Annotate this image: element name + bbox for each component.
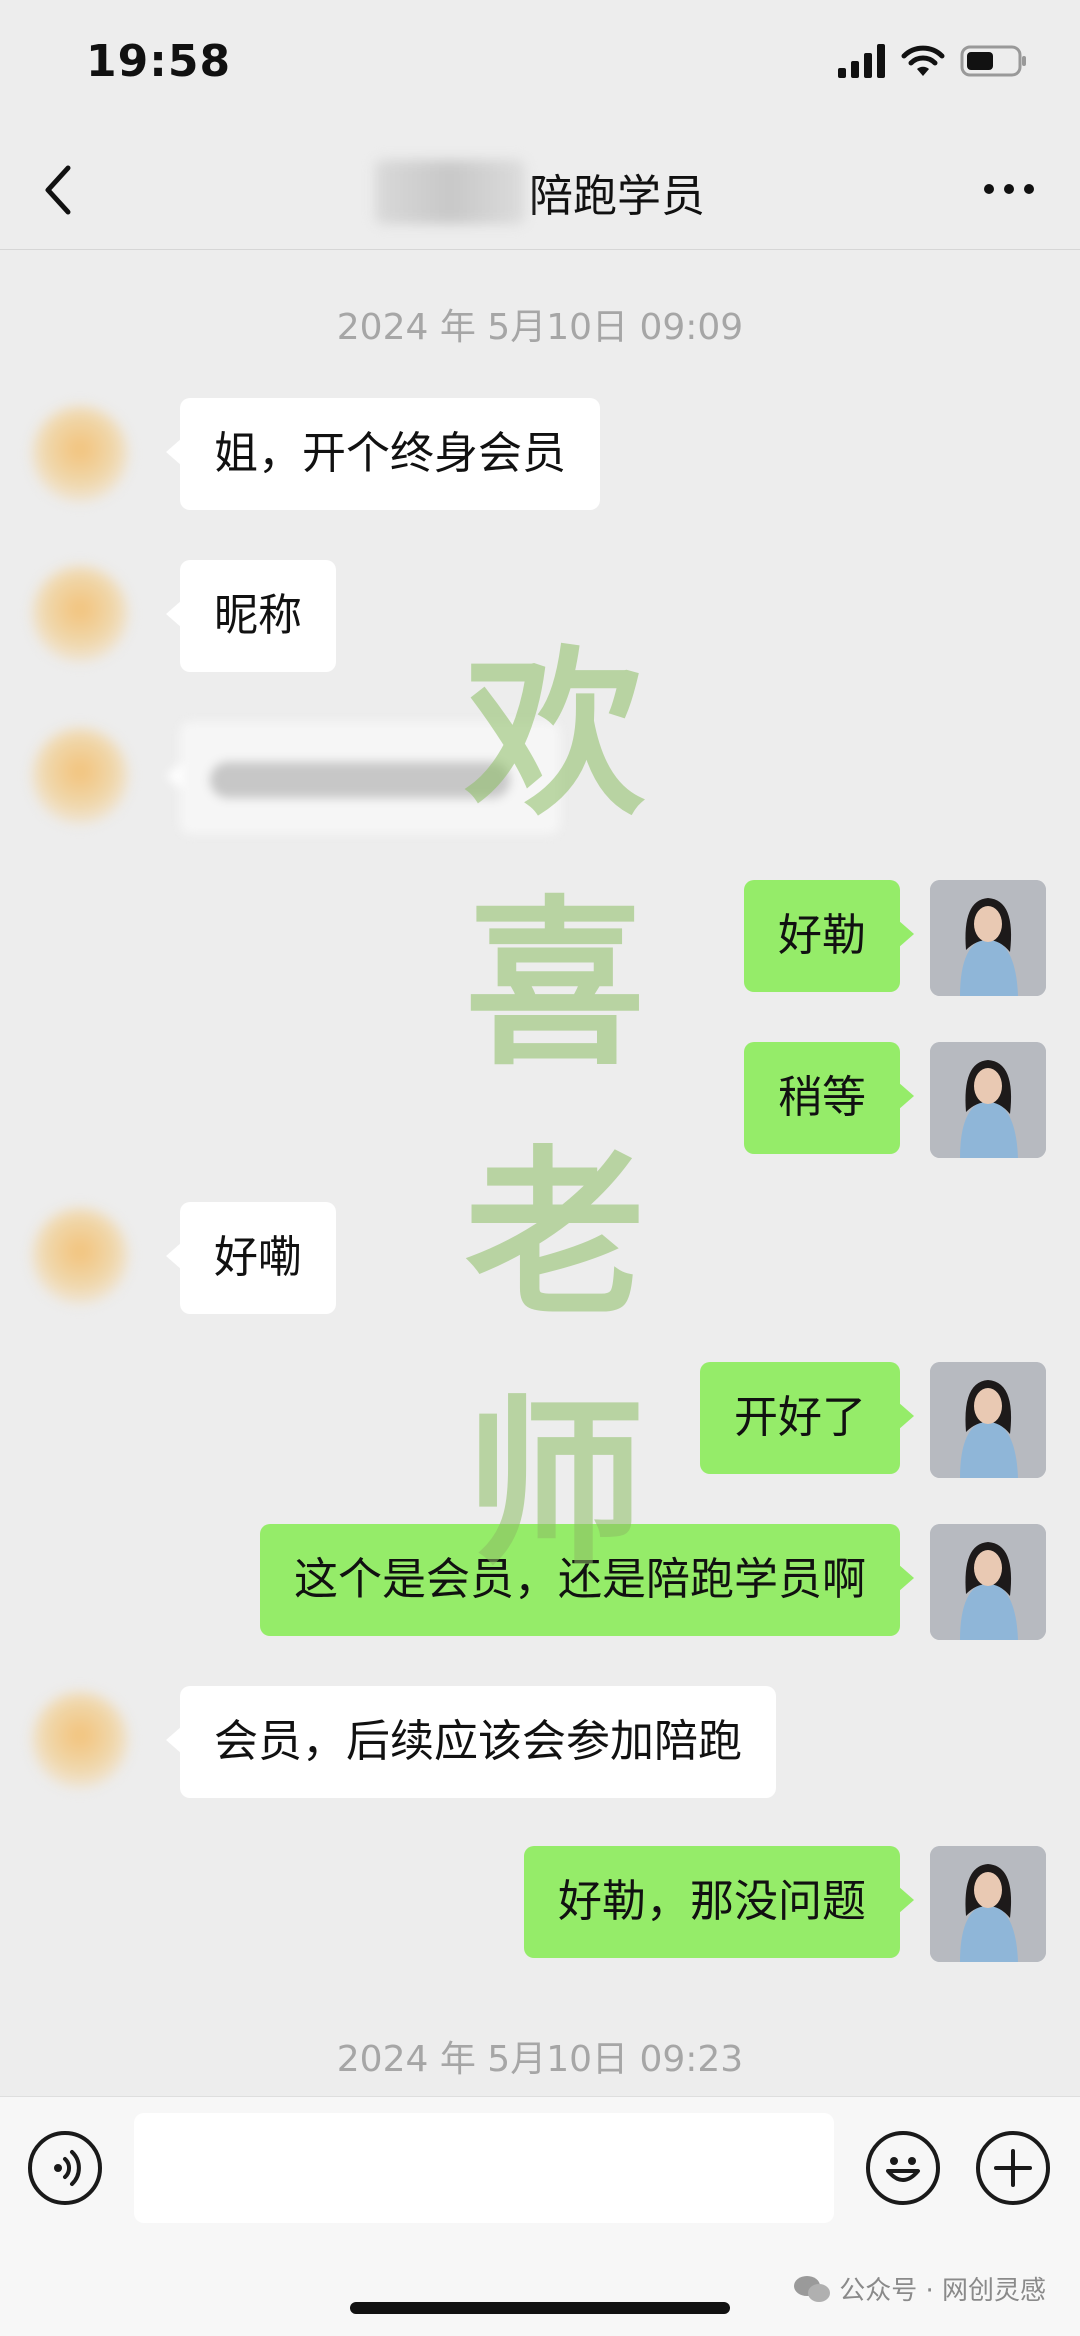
- message-bubble-received[interactable]: 昵称: [166, 560, 336, 672]
- message-bubble-sent[interactable]: 好勒: [744, 880, 914, 992]
- user-avatar[interactable]: [930, 1042, 1046, 1158]
- status-icons: [838, 44, 1028, 78]
- credit-text: 公众号 · 网创灵感: [839, 2276, 1046, 2306]
- message-bubble-sent[interactable]: 稍等: [744, 1042, 914, 1154]
- signal-icon: [838, 44, 885, 78]
- message-bubble-sent[interactable]: 好勒，那没问题: [524, 1846, 914, 1958]
- chat-header: 陪跑学员: [0, 130, 1080, 250]
- contact-avatar[interactable]: [32, 406, 128, 502]
- more-options-icon[interactable]: [984, 184, 1034, 194]
- plus-icon: [994, 2149, 1032, 2187]
- contact-avatar[interactable]: [32, 566, 128, 662]
- add-more-button[interactable]: [976, 2131, 1050, 2205]
- chat-title-area: 陪跑学员: [0, 160, 1080, 224]
- watermark-char: 老: [464, 1129, 645, 1340]
- home-indicator[interactable]: [350, 2302, 730, 2314]
- user-avatar-image: [930, 880, 1046, 996]
- message-bubble-received[interactable]: 姐，开个终身会员: [166, 398, 600, 510]
- watermark-char: 喜: [464, 879, 645, 1090]
- message-bubble-sent[interactable]: 开好了: [700, 1362, 914, 1474]
- message-input[interactable]: [134, 2113, 834, 2223]
- emoji-icon: [886, 2157, 920, 2182]
- contact-avatar[interactable]: [32, 1692, 128, 1788]
- message-bubble-blurred[interactable]: [166, 722, 560, 834]
- voice-icon: [54, 2150, 81, 2186]
- battery-icon: [960, 45, 1026, 77]
- wechat-credit: 公众号 · 网创灵感: [793, 2270, 1046, 2307]
- contact-avatar[interactable]: [32, 728, 128, 824]
- user-avatar[interactable]: [930, 1846, 1046, 1962]
- user-avatar-image: [930, 1846, 1046, 1962]
- user-avatar-image: [930, 1524, 1046, 1640]
- user-avatar[interactable]: [930, 880, 1046, 996]
- timestamp: 2024 年 5月10日 09:23: [336, 2039, 744, 2080]
- voice-input-button[interactable]: [28, 2131, 102, 2205]
- status-bar: 19:58: [0, 0, 1080, 130]
- chat-title: 陪跑学员: [529, 171, 705, 222]
- emoji-button[interactable]: [866, 2131, 940, 2205]
- user-avatar[interactable]: [930, 1524, 1046, 1640]
- message-bubble-received[interactable]: 会员，后续应该会参加陪跑: [166, 1686, 776, 1798]
- blurred-contact-name: [375, 160, 525, 224]
- wifi-icon: [901, 45, 945, 76]
- message-bubble-sent[interactable]: 这个是会员，还是陪跑学员啊: [260, 1524, 914, 1636]
- user-avatar-image: [930, 1362, 1046, 1478]
- user-avatar-image: [930, 1042, 1046, 1158]
- timestamp: 2024 年 5月10日 09:09: [336, 307, 744, 348]
- wechat-icon: [794, 2275, 831, 2302]
- blurred-message-text: [210, 762, 510, 798]
- message-bubble-received[interactable]: 好嘞: [166, 1202, 336, 1314]
- user-avatar[interactable]: [930, 1362, 1046, 1478]
- contact-avatar[interactable]: [32, 1208, 128, 1304]
- status-time: 19:58: [86, 36, 232, 87]
